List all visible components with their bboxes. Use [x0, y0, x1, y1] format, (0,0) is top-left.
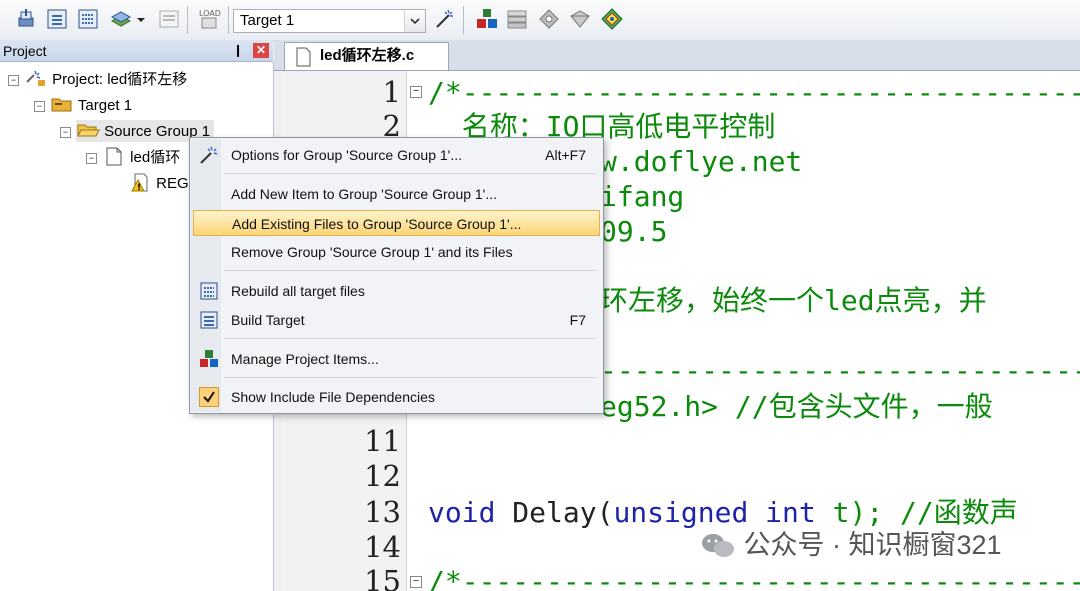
tab-led-file[interactable]: led循环左移.c: [284, 42, 449, 70]
load-label: LOAD: [199, 9, 221, 18]
collapse-icon[interactable]: −: [34, 101, 45, 112]
toolbar-separator: [187, 6, 188, 34]
build-icon[interactable]: [45, 7, 69, 31]
checkmark-icon: [199, 387, 219, 407]
file-name: led循环: [130, 149, 181, 166]
chevron-down-icon[interactable]: [135, 7, 147, 31]
project-panel-title: Project: [3, 43, 47, 59]
menu-item-label: Options for Group 'Source Group 1'...: [231, 147, 463, 163]
code-line-15: /*--------------------------------------: [428, 565, 1080, 591]
menu-item-remove-group[interactable]: Remove Group 'Source Group 1' and its Fi…: [193, 239, 600, 265]
file-icon: [106, 147, 122, 166]
code-line-9: ---------------------------------: [600, 354, 1080, 387]
code-text: Delay(: [495, 496, 614, 529]
code-line-1: /*--------------------------------------: [428, 76, 1080, 109]
menu-item-add-new-item[interactable]: Add New Item to Group 'Source Group 1'..…: [193, 181, 600, 207]
svg-text:!: !: [137, 183, 141, 192]
magic-wand-icon: [199, 145, 219, 165]
tab-label: led循环左移.c: [320, 47, 415, 64]
file-icon: [296, 47, 311, 67]
code-line-5: 09.5: [600, 215, 668, 248]
line-number: 14: [364, 530, 401, 564]
tree-item-file[interactable]: led循环: [102, 146, 180, 168]
project-panel-header: Project ❙ ✕: [0, 40, 273, 62]
manage-items-icon: [199, 349, 219, 369]
books-icon[interactable]: [505, 7, 529, 31]
menu-item-label: Manage Project Items...: [231, 351, 379, 367]
menu-item-build-target[interactable]: Build Target F7: [193, 307, 600, 333]
batch-build-icon[interactable]: [109, 7, 133, 31]
menu-item-shortcut: F7: [569, 312, 586, 328]
code-line-4: ifang: [600, 180, 685, 213]
rebuild-icon: [199, 281, 219, 301]
chevron-down-icon[interactable]: [404, 10, 425, 32]
fold-icon[interactable]: −: [410, 576, 422, 588]
stop-build-icon[interactable]: [157, 7, 181, 31]
menu-separator: [224, 338, 596, 339]
translate-icon[interactable]: [14, 7, 38, 31]
editor-tab-bar: led循环左移.c: [274, 40, 1080, 71]
menu-item-options-for-group[interactable]: Options for Group 'Source Group 1'... Al…: [193, 142, 600, 168]
tree-item-target[interactable]: Target 1: [50, 94, 132, 116]
collapse-icon[interactable]: −: [8, 75, 19, 86]
target-select[interactable]: Target 1: [233, 9, 426, 33]
download-icon[interactable]: LOAD: [196, 7, 224, 31]
line-number: 13: [364, 495, 401, 529]
watermark: 公众号 · 知识橱窗321: [700, 528, 1002, 562]
rebuild-icon[interactable]: [76, 7, 100, 31]
target-select-value: Target 1: [240, 12, 295, 29]
menu-item-label: Add Existing Files to Group 'Source Grou…: [232, 216, 522, 232]
code-line-10: eg52.h> //包含头文件，一般: [600, 390, 993, 423]
pin-icon[interactable]: ❙: [233, 43, 245, 57]
settings-icon[interactable]: [568, 7, 592, 31]
pack-installer-icon[interactable]: [600, 7, 624, 31]
configure-icon[interactable]: [537, 7, 561, 31]
menu-item-label: Remove Group 'Source Group 1' and its Fi…: [231, 244, 513, 260]
watermark-text: 公众号 · 知识橱窗321: [743, 530, 1002, 560]
code-comment: t); //函数声: [815, 496, 1018, 529]
folder-icon: [51, 98, 72, 112]
project-icon: [26, 70, 45, 86]
keyword: void: [428, 496, 496, 529]
wechat-icon: [702, 534, 734, 557]
header-name: REG: [156, 175, 189, 192]
menu-item-add-existing-files[interactable]: Add Existing Files to Group 'Source Grou…: [193, 210, 600, 236]
target-name: Target 1: [77, 97, 133, 114]
build-icon: [199, 310, 219, 330]
collapse-icon[interactable]: −: [86, 153, 97, 164]
line-number: 1: [382, 75, 401, 109]
toolbar-separator: [463, 6, 464, 34]
code-line-3: w.doflye.net: [600, 145, 803, 178]
toolbar: LOAD Target 1: [0, 0, 1080, 41]
close-icon[interactable]: ✕: [253, 43, 269, 58]
menu-item-rebuild-all[interactable]: Rebuild all target files: [193, 278, 600, 304]
menu-separator: [224, 270, 596, 271]
menu-item-manage-project-items[interactable]: Manage Project Items...: [193, 346, 600, 372]
line-number: 15: [364, 564, 401, 591]
menu-separator: [224, 173, 596, 174]
line-number: 12: [364, 459, 401, 493]
context-menu: Options for Group 'Source Group 1'... Al…: [189, 137, 604, 414]
menu-item-label: Build Target: [231, 312, 305, 328]
keyword: unsigned int: [613, 496, 816, 529]
folder-open-icon: [77, 124, 100, 137]
tree-item-header[interactable]: ! REG: [128, 172, 189, 194]
menu-item-label: Rebuild all target files: [231, 283, 365, 299]
code-line-13: void Delay(unsigned int t); //函数声: [428, 495, 1018, 530]
project-name: Project: led循环左移: [52, 71, 188, 88]
menu-item-shortcut: Alt+F7: [545, 147, 586, 163]
collapse-icon[interactable]: −: [60, 127, 71, 138]
menu-item-label: Show Include File Dependencies: [231, 389, 435, 405]
line-number: 11: [364, 424, 401, 458]
toolbar-separator: [228, 6, 229, 34]
manage-items-icon[interactable]: [475, 7, 499, 31]
target-options-icon[interactable]: [433, 7, 457, 31]
menu-item-show-include-deps[interactable]: Show Include File Dependencies: [193, 384, 600, 410]
tree-item-project[interactable]: Project: led循环左移: [24, 68, 187, 90]
menu-separator: [224, 377, 596, 378]
warning-file-icon: !: [131, 173, 148, 193]
code-line-7: 环左移，始终一个led点亮，并: [600, 284, 987, 317]
menu-item-label: Add New Item to Group 'Source Group 1'..…: [231, 186, 498, 202]
fold-icon[interactable]: −: [410, 86, 422, 98]
